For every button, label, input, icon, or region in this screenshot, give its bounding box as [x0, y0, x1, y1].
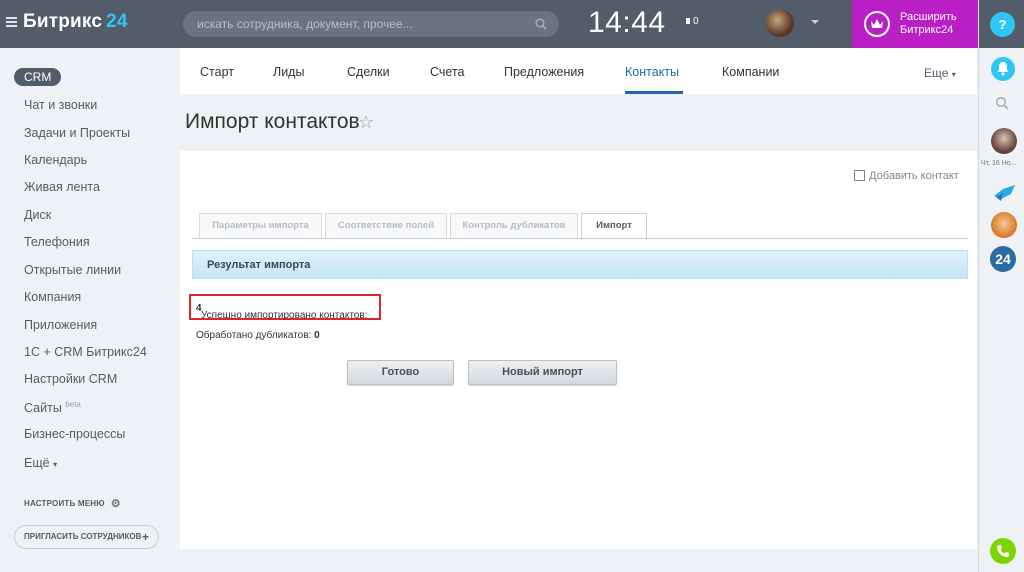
notifications-bell-icon[interactable]: [991, 57, 1015, 81]
crm-top-nav: Старт Лиды Сделки Счета Предложения Конт…: [180, 48, 977, 94]
phone-icon[interactable]: [990, 538, 1016, 564]
menu-item-open-lines[interactable]: Открытые линии: [24, 263, 121, 277]
configure-menu-button[interactable]: НАСТРОИТЬ МЕНЮ ⚙: [24, 497, 121, 510]
menu-item-calendar[interactable]: Календарь: [24, 153, 87, 167]
search-box[interactable]: [183, 11, 559, 37]
menu-item-crm-settings[interactable]: Настройки CRM: [24, 372, 117, 386]
chat-date-label: Чт, 16 Но...: [981, 160, 1017, 167]
assistant-avatar[interactable]: [991, 212, 1017, 238]
tab-deals[interactable]: Сделки: [347, 65, 390, 79]
menu-item-1c-crm[interactable]: 1С + CRM Битрикс24: [24, 345, 147, 359]
menu-item-crm[interactable]: CRM: [14, 68, 62, 86]
menu-item-sites[interactable]: Сайты beta: [24, 400, 81, 415]
new-import-button[interactable]: Новый импорт: [468, 360, 617, 385]
tab-leads[interactable]: Лиды: [273, 65, 304, 79]
top-header: Битрикс24 14:44 0 РасширитьБитрикс24: [0, 0, 978, 48]
flag-icon: [686, 18, 690, 24]
flag-counter[interactable]: 0: [686, 16, 699, 27]
bird-chat-icon[interactable]: [991, 180, 1017, 206]
gear-icon: ⚙: [110, 498, 121, 510]
tab-quotes[interactable]: Предложения: [504, 65, 584, 79]
chevron-down-icon[interactable]: [811, 20, 819, 24]
tab-import[interactable]: Импорт: [581, 213, 647, 240]
plus-icon: +: [141, 530, 149, 544]
page-title: Импорт контактов: [185, 110, 360, 133]
tabs-divider: [192, 238, 968, 239]
expand-plan-label: Расширить Битрикс24: [900, 11, 957, 36]
edit-icon: [854, 170, 865, 181]
clock[interactable]: 14:44: [588, 6, 666, 40]
search-icon[interactable]: [995, 96, 1009, 110]
bitrix24-icon[interactable]: 24: [990, 246, 1016, 272]
menu-item-tasks[interactable]: Задачи и Проекты: [24, 126, 130, 140]
logo[interactable]: Битрикс 24: [23, 11, 128, 33]
menu-item-company[interactable]: Компания: [24, 290, 81, 304]
tab-duplicate-control[interactable]: Контроль дубликатов: [450, 213, 578, 239]
nav-more[interactable]: Еще ▾: [924, 66, 956, 80]
expand-plan-button[interactable]: Расширить Битрикс24: [852, 0, 978, 48]
active-tab-indicator: [625, 91, 683, 94]
user-avatar[interactable]: [766, 9, 794, 37]
menu-icon[interactable]: [6, 17, 17, 27]
success-count-highlight: Успешно импортировано контактов: 4: [189, 294, 381, 321]
menu-more[interactable]: Ещё ▾: [24, 456, 57, 470]
tab-start[interactable]: Старт: [200, 65, 234, 79]
menu-item-feed[interactable]: Живая лента: [24, 180, 100, 194]
invite-employees-button[interactable]: ПРИГЛАСИТЬ СОТРУДНИКОВ +: [14, 525, 159, 549]
done-button[interactable]: Готово: [347, 360, 454, 385]
search-icon[interactable]: [535, 18, 547, 30]
menu-item-disk[interactable]: Диск: [24, 208, 51, 222]
crown-icon: [864, 11, 890, 37]
tab-contacts[interactable]: Контакты: [625, 65, 679, 79]
search-input[interactable]: [197, 11, 517, 37]
import-content: Добавить контакт Параметры импорта Соотв…: [180, 151, 977, 549]
menu-item-business-processes[interactable]: Бизнес-процессы: [24, 427, 125, 441]
right-sidebar: ? Чт, 16 Но... 24: [978, 0, 1024, 572]
left-menu: CRM Чат и звонки Задачи и Проекты Календ…: [0, 48, 180, 572]
menu-item-chat[interactable]: Чат и звонки: [24, 98, 97, 112]
tab-import-params[interactable]: Параметры импорта: [199, 213, 322, 239]
menu-item-apps[interactable]: Приложения: [24, 318, 97, 332]
result-header: Результат импорта: [192, 250, 968, 279]
help-icon[interactable]: ?: [990, 12, 1015, 37]
tab-field-mapping[interactable]: Соответствие полей: [325, 213, 447, 239]
menu-item-telephony[interactable]: Телефония: [24, 235, 90, 249]
add-contact-link[interactable]: Добавить контакт: [854, 170, 959, 182]
tab-companies[interactable]: Компании: [722, 65, 779, 79]
tab-invoices[interactable]: Счета: [430, 65, 464, 79]
duplicates-count: Обработано дубликатов: 0: [196, 330, 320, 341]
chat-avatar[interactable]: [991, 128, 1017, 154]
star-icon[interactable]: ☆: [358, 112, 374, 133]
